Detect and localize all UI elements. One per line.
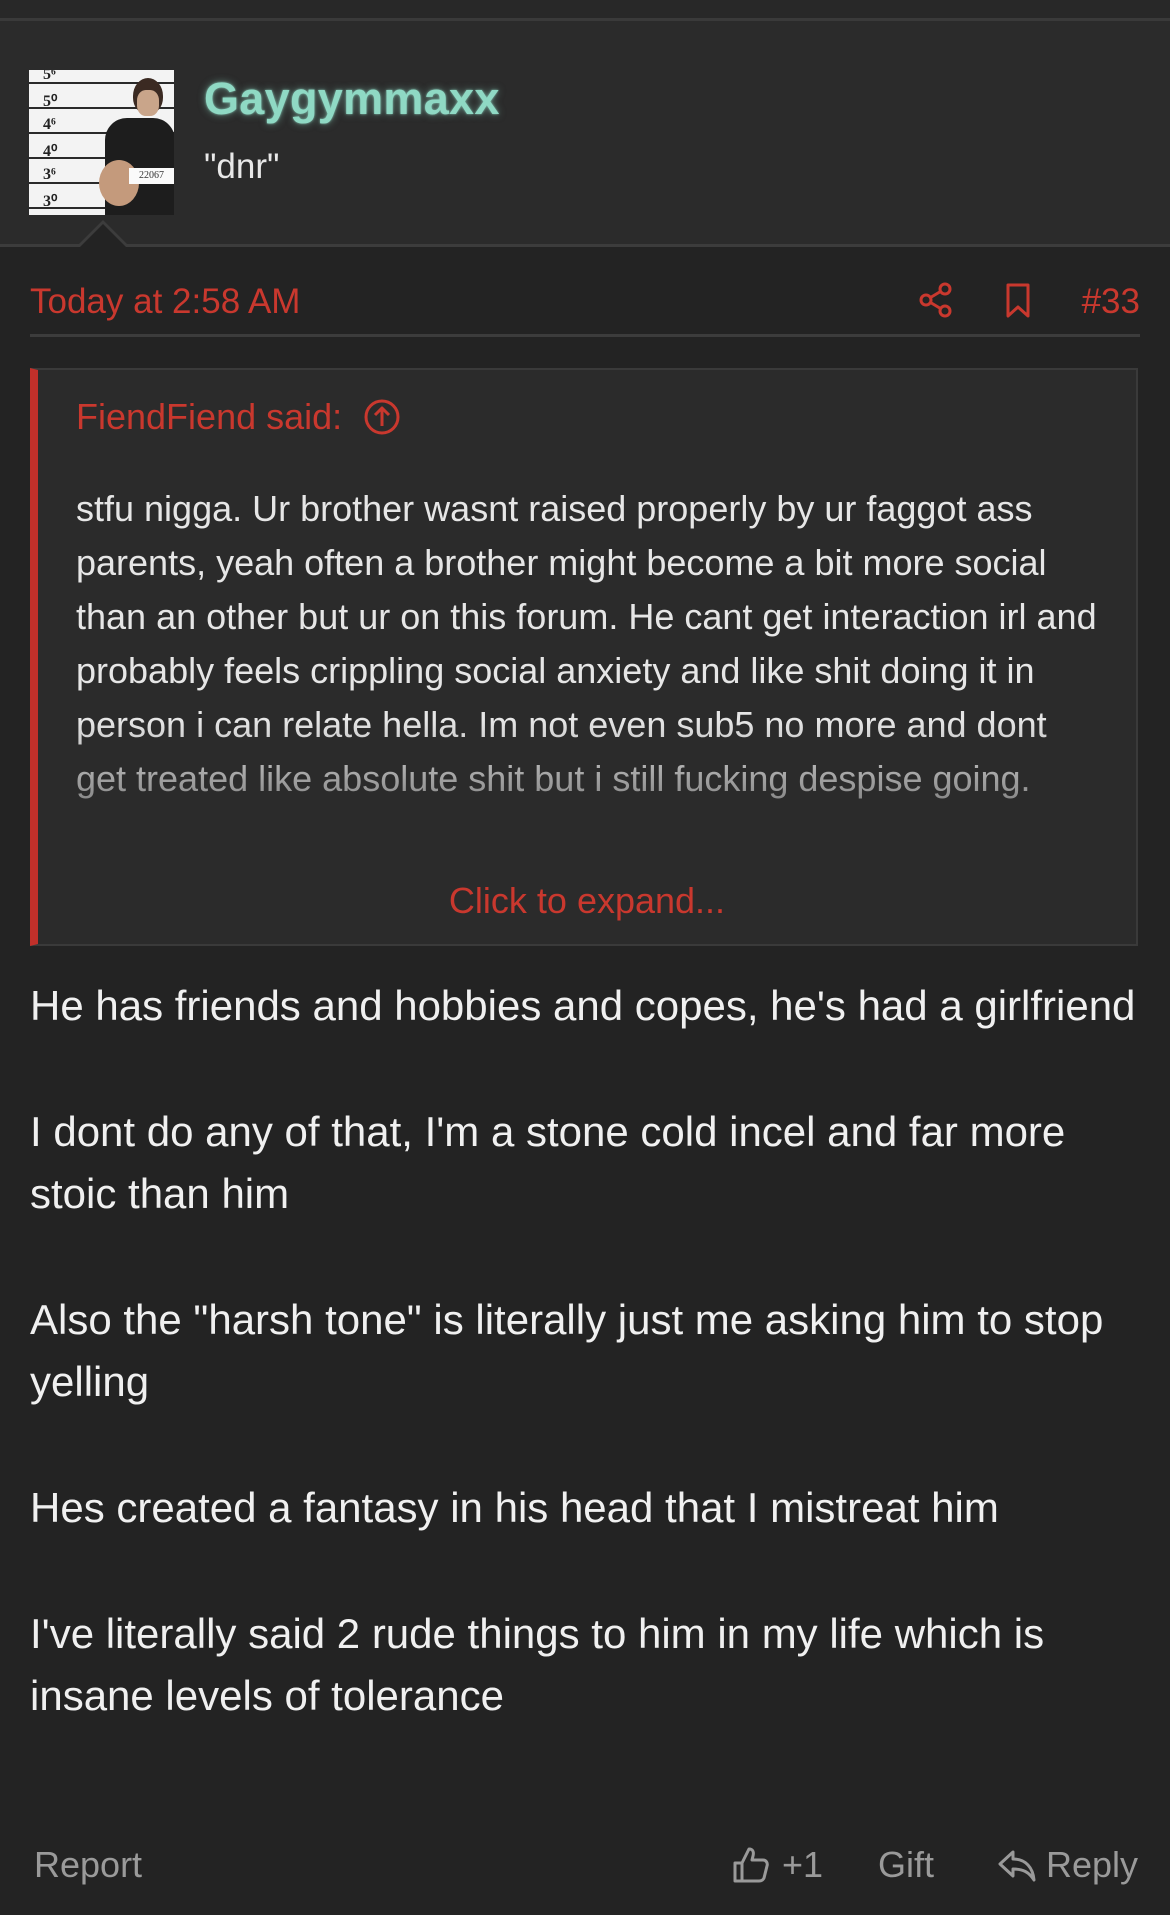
avatar-figure-face bbox=[137, 90, 159, 116]
post-paragraph: I've literally said 2 rude things to him… bbox=[30, 1610, 1045, 1719]
post-footer: Report +1 Gift Reply bbox=[30, 1838, 1140, 1894]
username[interactable]: Gaygymmaxx bbox=[204, 73, 500, 125]
quote-author-label[interactable]: FiendFiend said: bbox=[76, 396, 342, 438]
expand-quote-link[interactable]: Click to expand... bbox=[38, 880, 1136, 922]
share-icon[interactable] bbox=[916, 280, 956, 320]
post-paragraph: I dont do any of that, I'm a stone cold … bbox=[30, 1108, 1066, 1217]
avatar-placard: 22067 bbox=[129, 168, 174, 184]
thumbs-up-icon bbox=[733, 1847, 769, 1883]
like-button[interactable]: +1 bbox=[730, 1844, 823, 1886]
avatar-height-mark: 5⁶ bbox=[43, 70, 56, 83]
reply-label: Reply bbox=[1045, 1844, 1138, 1885]
avatar-height-mark: 3⁰ bbox=[43, 193, 58, 210]
report-button[interactable]: Report bbox=[34, 1844, 142, 1886]
user-header-panel: 5⁶ 5⁰ 4⁶ 4⁰ 3⁶ 3⁰ 22067 Gaygymmaxx "dnr" bbox=[0, 21, 1170, 245]
user-panel-divider bbox=[0, 244, 1170, 247]
post-paragraph: He has friends and hobbies and copes, he… bbox=[30, 982, 1136, 1029]
gift-button[interactable]: Gift bbox=[878, 1844, 934, 1886]
quote-block: FiendFiend said: stfu nigga. Ur brother … bbox=[30, 368, 1138, 946]
avatar-height-mark: 4⁶ bbox=[43, 116, 56, 133]
avatar[interactable]: 5⁶ 5⁰ 4⁶ 4⁰ 3⁶ 3⁰ 22067 bbox=[29, 70, 174, 215]
reply-arrow-icon bbox=[998, 1850, 1036, 1882]
arrow-up-circle-icon[interactable] bbox=[362, 397, 402, 437]
avatar-height-mark: 5⁰ bbox=[43, 93, 58, 110]
quote-text: stfu nigga. Ur brother wasnt raised prop… bbox=[76, 488, 1097, 799]
quote-header[interactable]: FiendFiend said: bbox=[76, 396, 402, 438]
bookmark-icon[interactable] bbox=[998, 280, 1038, 320]
user-panel-pointer-fill bbox=[79, 224, 127, 248]
user-title: "dnr" bbox=[204, 147, 280, 186]
post-number-link[interactable]: #33 bbox=[1082, 282, 1140, 322]
post-body: He has friends and hobbies and copes, he… bbox=[30, 975, 1145, 1791]
post-paragraph: Hes created a fantasy in his head that I… bbox=[30, 1484, 999, 1531]
avatar-height-mark: 3⁶ bbox=[43, 166, 56, 183]
top-divider bbox=[0, 0, 1170, 21]
post-paragraph: Also the "harsh tone" is literally just … bbox=[30, 1296, 1104, 1405]
post-timestamp[interactable]: Today at 2:58 AM bbox=[30, 282, 300, 322]
reply-button[interactable]: Reply bbox=[996, 1844, 1138, 1886]
like-count: +1 bbox=[782, 1844, 824, 1885]
avatar-height-mark: 4⁰ bbox=[43, 143, 58, 160]
post-meta-row: Today at 2:58 AM #33 bbox=[30, 278, 1140, 337]
